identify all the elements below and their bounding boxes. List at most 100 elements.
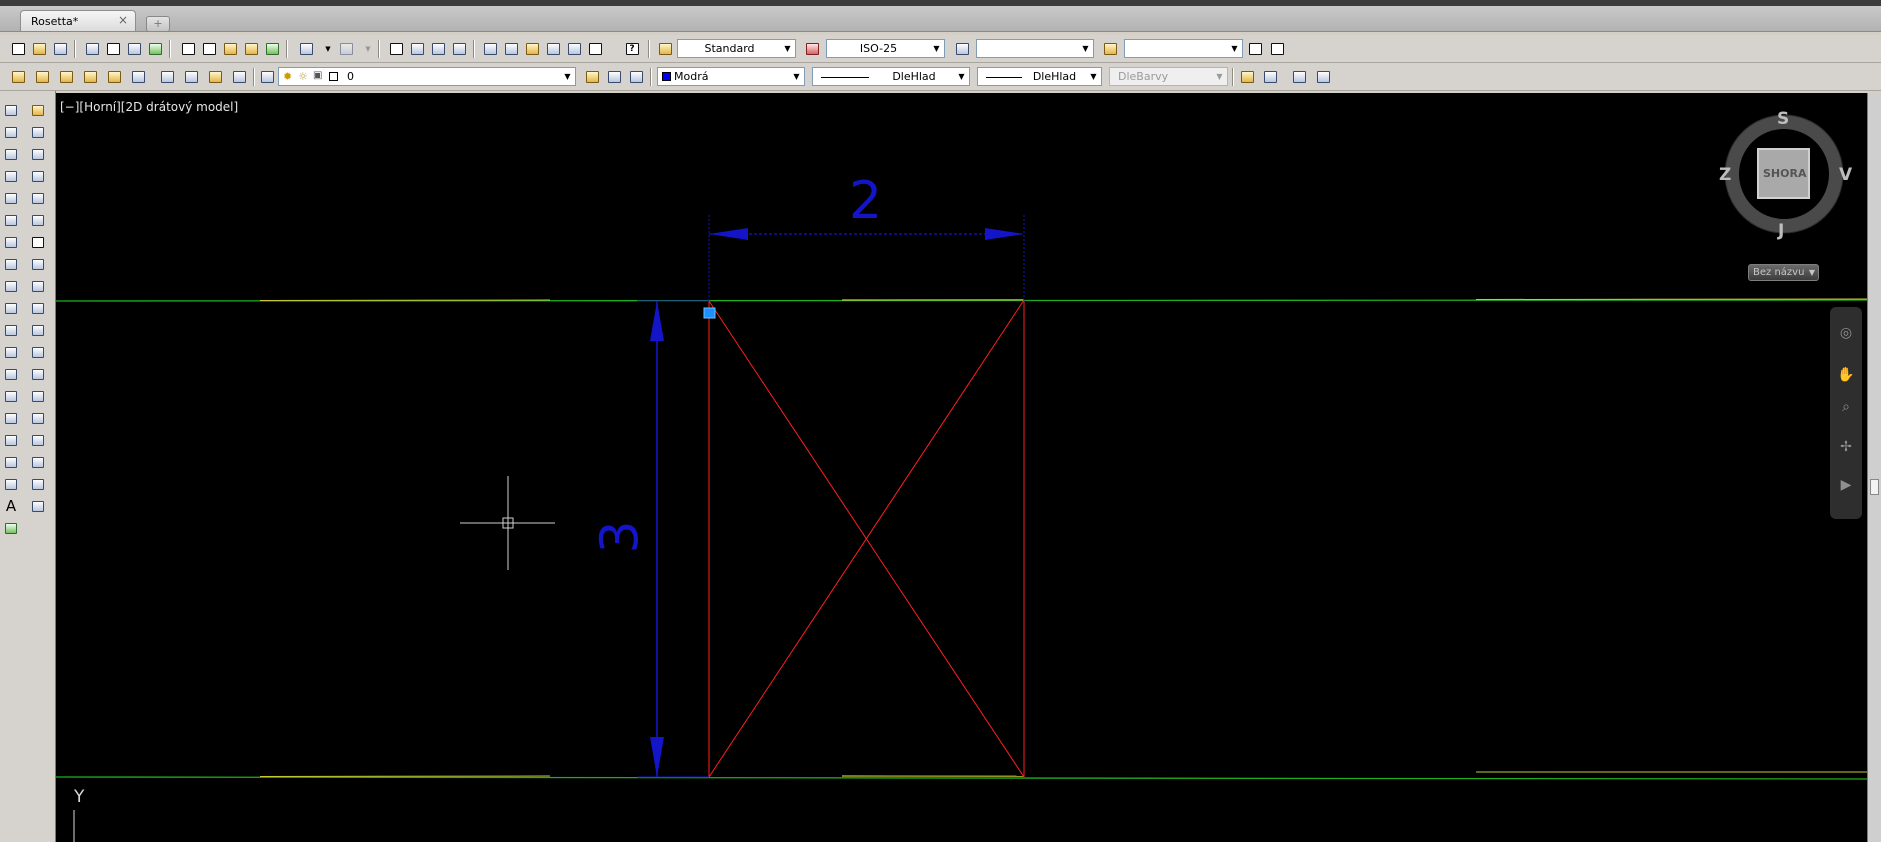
publish-3d-icon[interactable] [145, 39, 165, 58]
revision-cloud-icon[interactable] [2, 255, 20, 273]
add-selected-icon[interactable] [2, 519, 20, 537]
layer-unlock-icon[interactable] [229, 67, 249, 86]
design-center-icon[interactable] [501, 39, 521, 58]
offset-icon[interactable] [29, 167, 47, 185]
layer-freeze-icon[interactable] [181, 67, 201, 86]
ellipse-icon[interactable] [2, 299, 20, 317]
multileader-style-icon[interactable] [1100, 39, 1120, 58]
zoom-realtime-icon[interactable] [407, 39, 427, 58]
ellipse-arc-icon[interactable] [2, 321, 20, 339]
line-tool-icon[interactable] [2, 101, 20, 119]
print-icon[interactable] [82, 39, 102, 58]
pan-hand-icon[interactable]: ✋ [1836, 365, 1856, 385]
grip-point[interactable] [703, 307, 716, 319]
new-tab-button[interactable]: + [146, 16, 170, 32]
redo-dropdown-icon[interactable]: ▼ [358, 39, 378, 58]
undo-dropdown-icon[interactable]: ▼ [318, 39, 338, 58]
markup-set-manager-icon[interactable] [564, 39, 584, 58]
break-at-point-icon[interactable] [29, 365, 47, 383]
text-style-select[interactable]: Standard ▼ [677, 39, 796, 58]
layer-delete-icon[interactable] [626, 67, 646, 86]
chamfer-icon[interactable] [29, 431, 47, 449]
layer-off-icon[interactable] [157, 67, 177, 86]
zoom-window-icon[interactable] [428, 39, 448, 58]
cut-icon[interactable] [178, 39, 198, 58]
dimension-text-horizontal[interactable]: 2 [849, 175, 882, 227]
lineweight-select[interactable]: DleHlad ▼ [977, 67, 1102, 86]
color-select[interactable]: Modrá ▼ [657, 67, 805, 86]
save-icon[interactable] [50, 39, 70, 58]
publish-icon[interactable] [124, 39, 144, 58]
layer-state-icon[interactable] [32, 67, 52, 86]
break-icon[interactable] [29, 387, 47, 405]
extend-icon[interactable] [29, 343, 47, 361]
id-point-icon[interactable] [1313, 67, 1333, 86]
viewcube-east-label[interactable]: V [1839, 165, 1852, 185]
steering-wheel-icon[interactable]: ◎ [1836, 323, 1856, 343]
viewcube-north-label[interactable]: S [1777, 109, 1789, 129]
layer-properties-icon[interactable] [8, 67, 28, 86]
quickcalc-icon[interactable] [585, 39, 605, 58]
array-path-icon[interactable] [29, 211, 47, 229]
mirror-icon[interactable] [29, 145, 47, 163]
circle-icon[interactable] [2, 233, 20, 251]
orbit-icon[interactable]: ✢ [1836, 437, 1856, 457]
fillet-icon[interactable] [29, 453, 47, 471]
open-file-icon[interactable] [29, 39, 49, 58]
layer-match-icon[interactable] [128, 67, 148, 86]
polyline-icon[interactable] [2, 145, 20, 163]
dimension-style-icon[interactable] [802, 39, 822, 58]
showmotion-icon[interactable]: ▶ [1836, 475, 1856, 495]
blend-curves-icon[interactable] [29, 475, 47, 493]
copy-icon[interactable] [199, 39, 219, 58]
viewcube-face-label[interactable]: SHORA [1763, 167, 1806, 180]
dimension-text-vertical[interactable]: 3 [591, 520, 651, 553]
layer-lock-icon[interactable] [205, 67, 225, 86]
undo-icon[interactable] [296, 39, 316, 58]
gradient-icon[interactable] [2, 431, 20, 449]
move-icon[interactable] [29, 233, 47, 251]
point-icon[interactable] [2, 387, 20, 405]
properties-icon[interactable] [480, 39, 500, 58]
add-leader-icon[interactable] [1267, 39, 1287, 58]
region-icon[interactable] [2, 453, 20, 471]
hatch-icon[interactable] [2, 409, 20, 427]
layer-previous-state-icon[interactable] [604, 67, 624, 86]
scale-icon[interactable] [29, 277, 47, 295]
pan-icon[interactable] [386, 39, 406, 58]
viewcube-west-label[interactable]: Z [1719, 165, 1731, 185]
document-tab-rosetta[interactable]: Rosetta* × [20, 10, 136, 31]
multiline-text-icon[interactable]: A [2, 497, 20, 515]
table-style-select[interactable]: ▼ [976, 39, 1094, 58]
copy-properties-icon[interactable] [1260, 67, 1280, 86]
insert-block-icon[interactable] [2, 343, 20, 361]
construction-line-icon[interactable] [2, 123, 20, 141]
close-tab-icon[interactable]: × [118, 13, 128, 27]
polygon-icon[interactable] [2, 167, 20, 185]
join-icon[interactable] [29, 409, 47, 427]
table-icon[interactable] [2, 475, 20, 493]
layer-previous-icon[interactable] [56, 67, 76, 86]
erase-icon[interactable] [29, 101, 47, 119]
block-editor-icon[interactable] [262, 39, 282, 58]
dimension-style-select[interactable]: ISO-25 ▼ [826, 39, 945, 58]
arc-icon[interactable] [2, 211, 20, 229]
copy-object-icon[interactable] [29, 123, 47, 141]
vertical-scrollbar[interactable] [1867, 93, 1881, 842]
paste-icon[interactable] [220, 39, 240, 58]
rotate-icon[interactable] [29, 255, 47, 273]
explode-icon[interactable] [29, 497, 47, 515]
make-object-layer-current-icon[interactable] [582, 67, 602, 86]
zoom-extents-icon[interactable]: ⌕ [1836, 397, 1856, 417]
make-block-icon[interactable] [2, 365, 20, 383]
stretch-icon[interactable] [29, 299, 47, 317]
spline-icon[interactable] [2, 277, 20, 295]
model-space-canvas[interactable]: [−][Horní][2D drátový model] 2 3 Y S J V… [56, 93, 1867, 842]
array-icon[interactable] [29, 189, 47, 207]
text-style-icon[interactable] [655, 39, 675, 58]
match-properties-icon[interactable] [241, 39, 261, 58]
layer-manager-icon[interactable] [257, 67, 277, 86]
multileader-style-select[interactable]: ▼ [1124, 39, 1243, 58]
layer-select[interactable]: 0 ✹ ☼ ▣ ▼ [278, 67, 576, 86]
linetype-select[interactable]: DleHlad ▼ [812, 67, 970, 86]
